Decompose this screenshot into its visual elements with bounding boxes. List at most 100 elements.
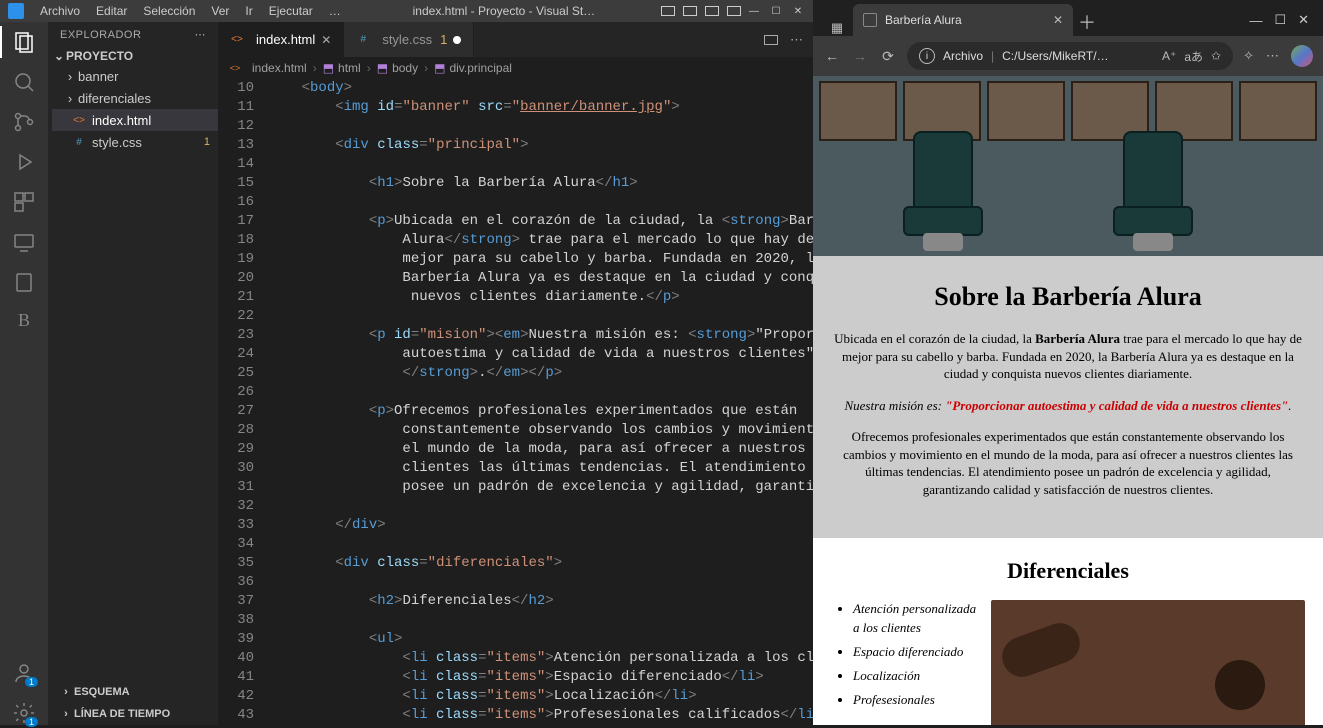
close-tab-icon[interactable]: ✕ — [321, 33, 331, 47]
forward-button[interactable]: → — [851, 47, 869, 65]
run-debug-icon[interactable] — [12, 150, 36, 174]
project-root[interactable]: ⌄ PROYECTO — [48, 47, 218, 65]
menu-archivo[interactable]: Archivo — [32, 4, 88, 18]
principal-section: Sobre la Barbería Alura Ubicada en el co… — [813, 256, 1323, 538]
tab-index.html[interactable]: <>index.html✕ — [218, 22, 344, 57]
banner-image — [813, 76, 1323, 256]
translate-icon[interactable]: aあ — [1184, 48, 1203, 65]
favicon-icon — [863, 13, 877, 27]
url-path: C:/Users/MikeRT/… — [1002, 49, 1154, 63]
tab-title: Barbería Alura — [885, 13, 962, 27]
remote-icon[interactable] — [12, 230, 36, 254]
folder-diferenciales[interactable]: ›diferenciales — [52, 87, 218, 109]
settings-gear-icon[interactable]: 1 — [12, 701, 36, 725]
html-file-icon: <> — [230, 33, 244, 47]
chevron-right-icon: › — [66, 91, 74, 106]
maximize-button[interactable]: ☐ — [769, 4, 783, 18]
symbol-icon: ⬒ — [377, 61, 388, 75]
book-icon[interactable] — [12, 270, 36, 294]
menu-ejecutar[interactable]: Ejecutar — [261, 4, 321, 18]
menu-ver[interactable]: Ver — [203, 4, 237, 18]
breadcrumb-item[interactable]: ⬒html — [323, 61, 361, 75]
menu-editar[interactable]: Editar — [88, 4, 135, 18]
html-file-icon: <> — [72, 113, 86, 127]
menu-…[interactable]: … — [321, 4, 349, 18]
browser-tab[interactable]: Barbería Alura ✕ — [853, 4, 1073, 36]
more-icon[interactable]: ⋯ — [790, 32, 803, 48]
panel-layout-icon[interactable] — [683, 6, 697, 16]
more-icon[interactable]: ⋯ — [195, 28, 207, 41]
breadcrumb[interactable]: <>index.html › ⬒html › ⬒body › ⬒div.principal — [218, 57, 813, 79]
minimize-button[interactable]: — — [747, 4, 761, 18]
chevron-right-icon: › — [66, 69, 74, 84]
explorer-sidebar: EXPLORADOR ⋯ ⌄ PROYECTO ›banner›diferenc… — [48, 22, 218, 725]
new-tab-button[interactable]: ＋ — [1073, 8, 1101, 36]
chevron-right-icon: › — [62, 686, 70, 698]
address-bar[interactable]: i Archivo | C:/Users/MikeRT/… A⁺ aあ ✩ — [907, 42, 1233, 70]
breadcrumb-item[interactable]: ⬒body — [377, 61, 418, 75]
file-style.css[interactable]: #style.css1 — [52, 131, 218, 153]
editor-area: <>index.html✕#style.css1 ⋯ <>index.html ›… — [218, 22, 813, 725]
section-esquema[interactable]: ›ESQUEMA — [48, 681, 218, 703]
menu-selección[interactable]: Selección — [135, 4, 203, 18]
html-file-icon: <> — [228, 61, 242, 75]
close-button[interactable]: ✕ — [791, 4, 805, 18]
tab-style.css[interactable]: #style.css1 — [344, 22, 474, 57]
panel-layout-icon[interactable] — [661, 6, 675, 16]
chevron-right-icon: › — [424, 61, 428, 75]
browser-tab-strip: ▦ Barbería Alura ✕ ＋ — ☐ ✕ — [813, 0, 1323, 36]
code-editor[interactable]: 1011121314151617181920212223242526272829… — [218, 79, 813, 725]
menu-ir[interactable]: Ir — [237, 4, 260, 18]
explorer-title: EXPLORADOR — [60, 29, 141, 41]
css-file-icon: # — [356, 33, 370, 47]
profile-avatar[interactable] — [1291, 45, 1313, 67]
section-línea de tiempo[interactable]: ›LÍNEA DE TIEMPO — [48, 703, 218, 725]
css-file-icon: # — [72, 135, 86, 149]
breadcrumb-item[interactable]: ⬒div.principal — [434, 61, 512, 75]
chevron-right-icon: › — [367, 61, 371, 75]
modified-count: 1 — [440, 32, 447, 47]
favorite-icon[interactable]: ✩ — [1211, 49, 1221, 63]
vscode-titlebar: ArchivoEditarSelecciónVerIrEjecutar… ind… — [0, 0, 813, 22]
tab-actions-icon[interactable]: ▦ — [821, 20, 853, 36]
maximize-button[interactable]: ☐ — [1274, 12, 1286, 28]
minimize-button[interactable]: — — [1249, 13, 1262, 28]
activity-bar: B 1 1 — [0, 22, 48, 725]
list-item: Espacio diferenciado — [853, 643, 981, 661]
page-viewport[interactable]: Sobre la Barbería Alura Ubicada en el co… — [813, 76, 1323, 725]
diferenciales-image — [991, 600, 1305, 725]
breadcrumb-item[interactable]: <>index.html — [228, 61, 307, 75]
close-button[interactable]: ✕ — [1298, 12, 1309, 28]
extensions-icon[interactable] — [12, 190, 36, 214]
diferenciales-list: Atención personalizada a los clientes Esp… — [831, 600, 981, 715]
accounts-icon[interactable]: 1 — [12, 661, 36, 685]
mission-paragraph: Nuestra misión es: "Proporcionar autoest… — [831, 397, 1305, 415]
file-index.html[interactable]: <>index.html — [52, 109, 218, 131]
panel-layout-icon[interactable] — [705, 6, 719, 16]
paragraph: Ubicada en el corazón de la ciudad, la B… — [831, 330, 1305, 383]
symbol-icon: ⬒ — [434, 61, 445, 75]
vscode-menu-bar: ArchivoEditarSelecciónVerIrEjecutar… — [32, 4, 349, 18]
vscode-logo-icon — [8, 3, 24, 19]
extensions-icon[interactable]: ✧ — [1243, 48, 1254, 64]
bold-icon[interactable]: B — [12, 310, 36, 334]
chevron-right-icon: › — [313, 61, 317, 75]
source-control-icon[interactable] — [12, 110, 36, 134]
folder-banner[interactable]: ›banner — [52, 65, 218, 87]
refresh-button[interactable]: ⟳ — [879, 47, 897, 65]
panel-layout-icon[interactable] — [727, 6, 741, 16]
explorer-icon[interactable] — [12, 30, 36, 54]
reader-icon[interactable]: A⁺ — [1162, 49, 1176, 63]
url-scheme: Archivo — [943, 49, 983, 63]
search-icon[interactable] — [12, 70, 36, 94]
site-info-icon[interactable]: i — [919, 48, 935, 64]
close-tab-icon[interactable]: ✕ — [1053, 13, 1063, 27]
split-editor-icon[interactable] — [764, 35, 778, 45]
file-tree: ›banner›diferenciales<>index.html#style.… — [48, 65, 218, 153]
menu-icon[interactable]: ⋯ — [1266, 48, 1279, 64]
list-item: Localización — [853, 667, 981, 685]
vscode-window-title: index.html - Proyecto - Visual St… — [353, 4, 655, 18]
dirty-indicator-icon — [453, 36, 461, 44]
list-item: Atención personalizada a los clientes — [853, 600, 981, 636]
back-button[interactable]: ← — [823, 47, 841, 65]
